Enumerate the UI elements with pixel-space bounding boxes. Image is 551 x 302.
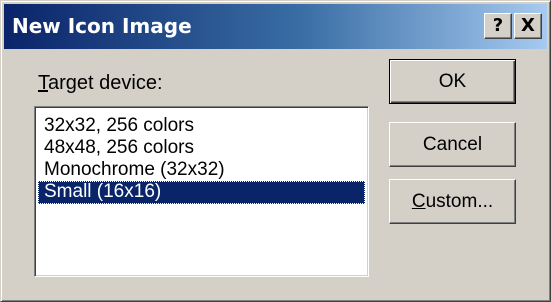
help-icon: ? [492,15,504,36]
custom-button-label: ustom... [425,191,494,212]
custom-button-accel: C [411,191,426,212]
ok-button[interactable]: OK [389,59,516,104]
target-device-label: Target device: [38,71,163,95]
close-icon: X [521,15,535,36]
ok-button-label: OK [438,71,467,92]
close-button[interactable]: X [514,13,542,39]
custom-button[interactable]: Custom... [389,179,516,224]
target-device-label-accel: T [38,72,48,94]
dialog-title: New Icon Image [12,14,192,38]
list-item-monochrome[interactable]: Monochrome (32x32) [38,159,365,182]
list-item-32x32-256[interactable]: 32x32, 256 colors [38,115,365,138]
target-device-listbox[interactable]: 32x32, 256 colors 48x48, 256 colors Mono… [34,106,369,277]
cancel-button[interactable]: Cancel [389,122,516,167]
list-item-small-16x16[interactable]: Small (16x16) [38,181,365,204]
new-icon-image-dialog: New Icon Image ? X Target device: 32x32,… [0,0,551,302]
title-bar[interactable]: New Icon Image ? X [4,4,547,49]
target-device-label-text: arget device: [48,72,163,94]
cancel-button-label: Cancel [422,134,483,155]
list-item-48x48-256[interactable]: 48x48, 256 colors [38,137,365,160]
help-button[interactable]: ? [484,13,512,39]
